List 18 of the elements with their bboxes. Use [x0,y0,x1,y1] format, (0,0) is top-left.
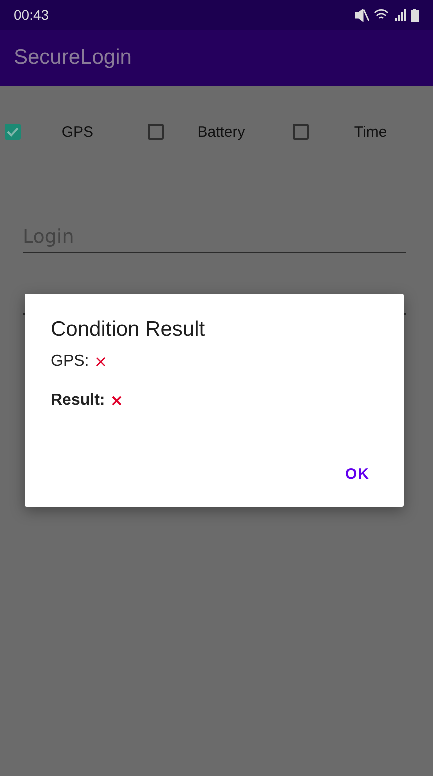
result-label: GPS: [51,352,90,370]
result-label: Result: [51,392,106,410]
checkbox-label: GPS [60,124,94,140]
signal-icon [394,9,406,21]
checkbox[interactable] [292,124,309,140]
ok-button[interactable]: OK [338,460,378,489]
cross-mark: × [94,352,108,371]
checkbox-label: Battery [196,124,246,140]
app-title: SecureLogin [14,46,132,70]
cross-mark: × [110,391,124,410]
checkbox-label: Time [353,124,388,140]
wifi-icon [374,9,389,21]
checkbox[interactable] [5,124,21,140]
dialog-title: Condition Result [51,318,206,342]
mute-icon [355,8,369,22]
battery-icon [411,8,419,22]
checkbox[interactable] [148,124,164,140]
status-time: 00:43 [14,7,50,23]
